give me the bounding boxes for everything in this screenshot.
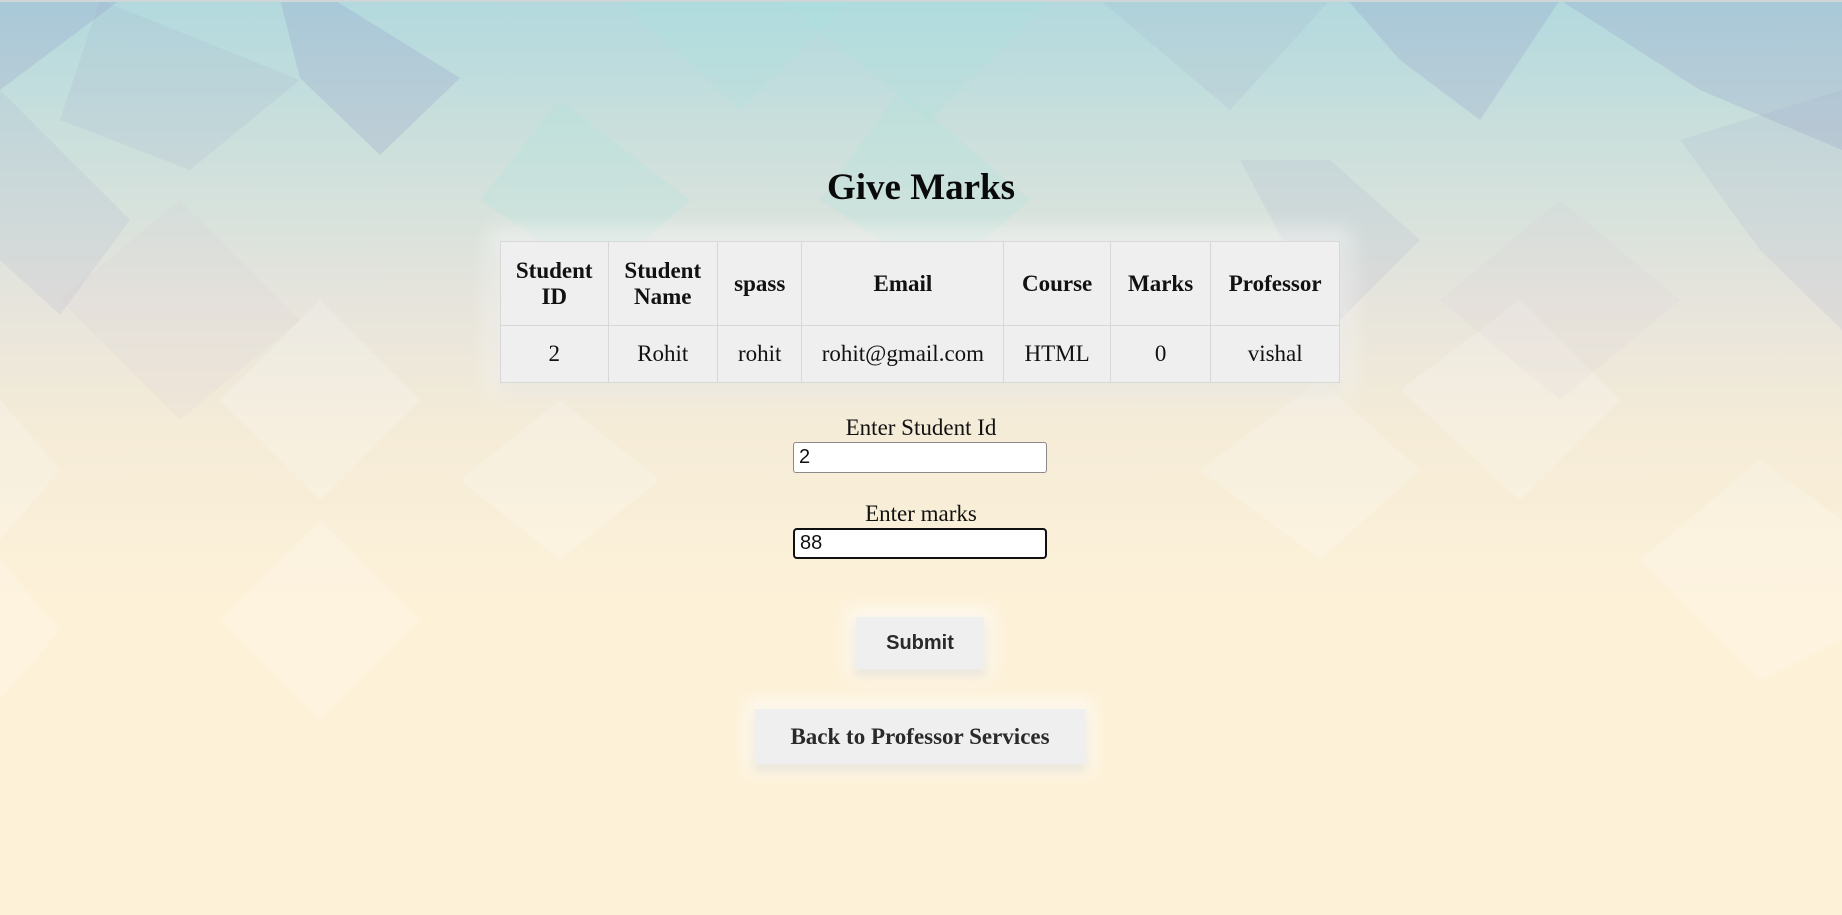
cell-course: HTML: [1003, 325, 1111, 383]
header-professor: Professor: [1210, 241, 1340, 326]
cell-marks: 0: [1109, 325, 1212, 383]
header-spass: spass: [717, 241, 803, 326]
table-row: 2 Rohit rohit rohit@gmail.com HTML 0 vis…: [500, 325, 1340, 383]
header-student-name: Student Name: [607, 241, 719, 326]
marks-input[interactable]: [793, 528, 1047, 559]
table-header-row: Student ID Student Name spass Email Cour…: [500, 241, 1340, 326]
cell-student-name: Rohit: [607, 325, 719, 383]
marks-label: Enter marks: [865, 501, 977, 526]
students-table-container: Student ID Student Name spass Email Cour…: [500, 241, 1340, 383]
header-marks: Marks: [1109, 241, 1212, 326]
submit-button[interactable]: Submit: [856, 617, 984, 669]
cell-professor: vishal: [1210, 325, 1340, 383]
cell-email: rohit@gmail.com: [801, 325, 1005, 383]
back-to-professor-services-button[interactable]: Back to Professor Services: [755, 709, 1085, 764]
cell-student-id: 2: [500, 325, 609, 383]
header-course: Course: [1003, 241, 1111, 326]
cell-spass: rohit: [717, 325, 803, 383]
header-email: Email: [801, 241, 1005, 326]
top-border: [0, 0, 1842, 2]
students-table: Student ID Student Name spass Email Cour…: [500, 241, 1340, 383]
page-title: Give Marks: [826, 167, 1016, 208]
student-id-label: Enter Student Id: [845, 415, 997, 440]
student-id-input[interactable]: [793, 442, 1047, 473]
header-student-id: Student ID: [500, 241, 609, 326]
